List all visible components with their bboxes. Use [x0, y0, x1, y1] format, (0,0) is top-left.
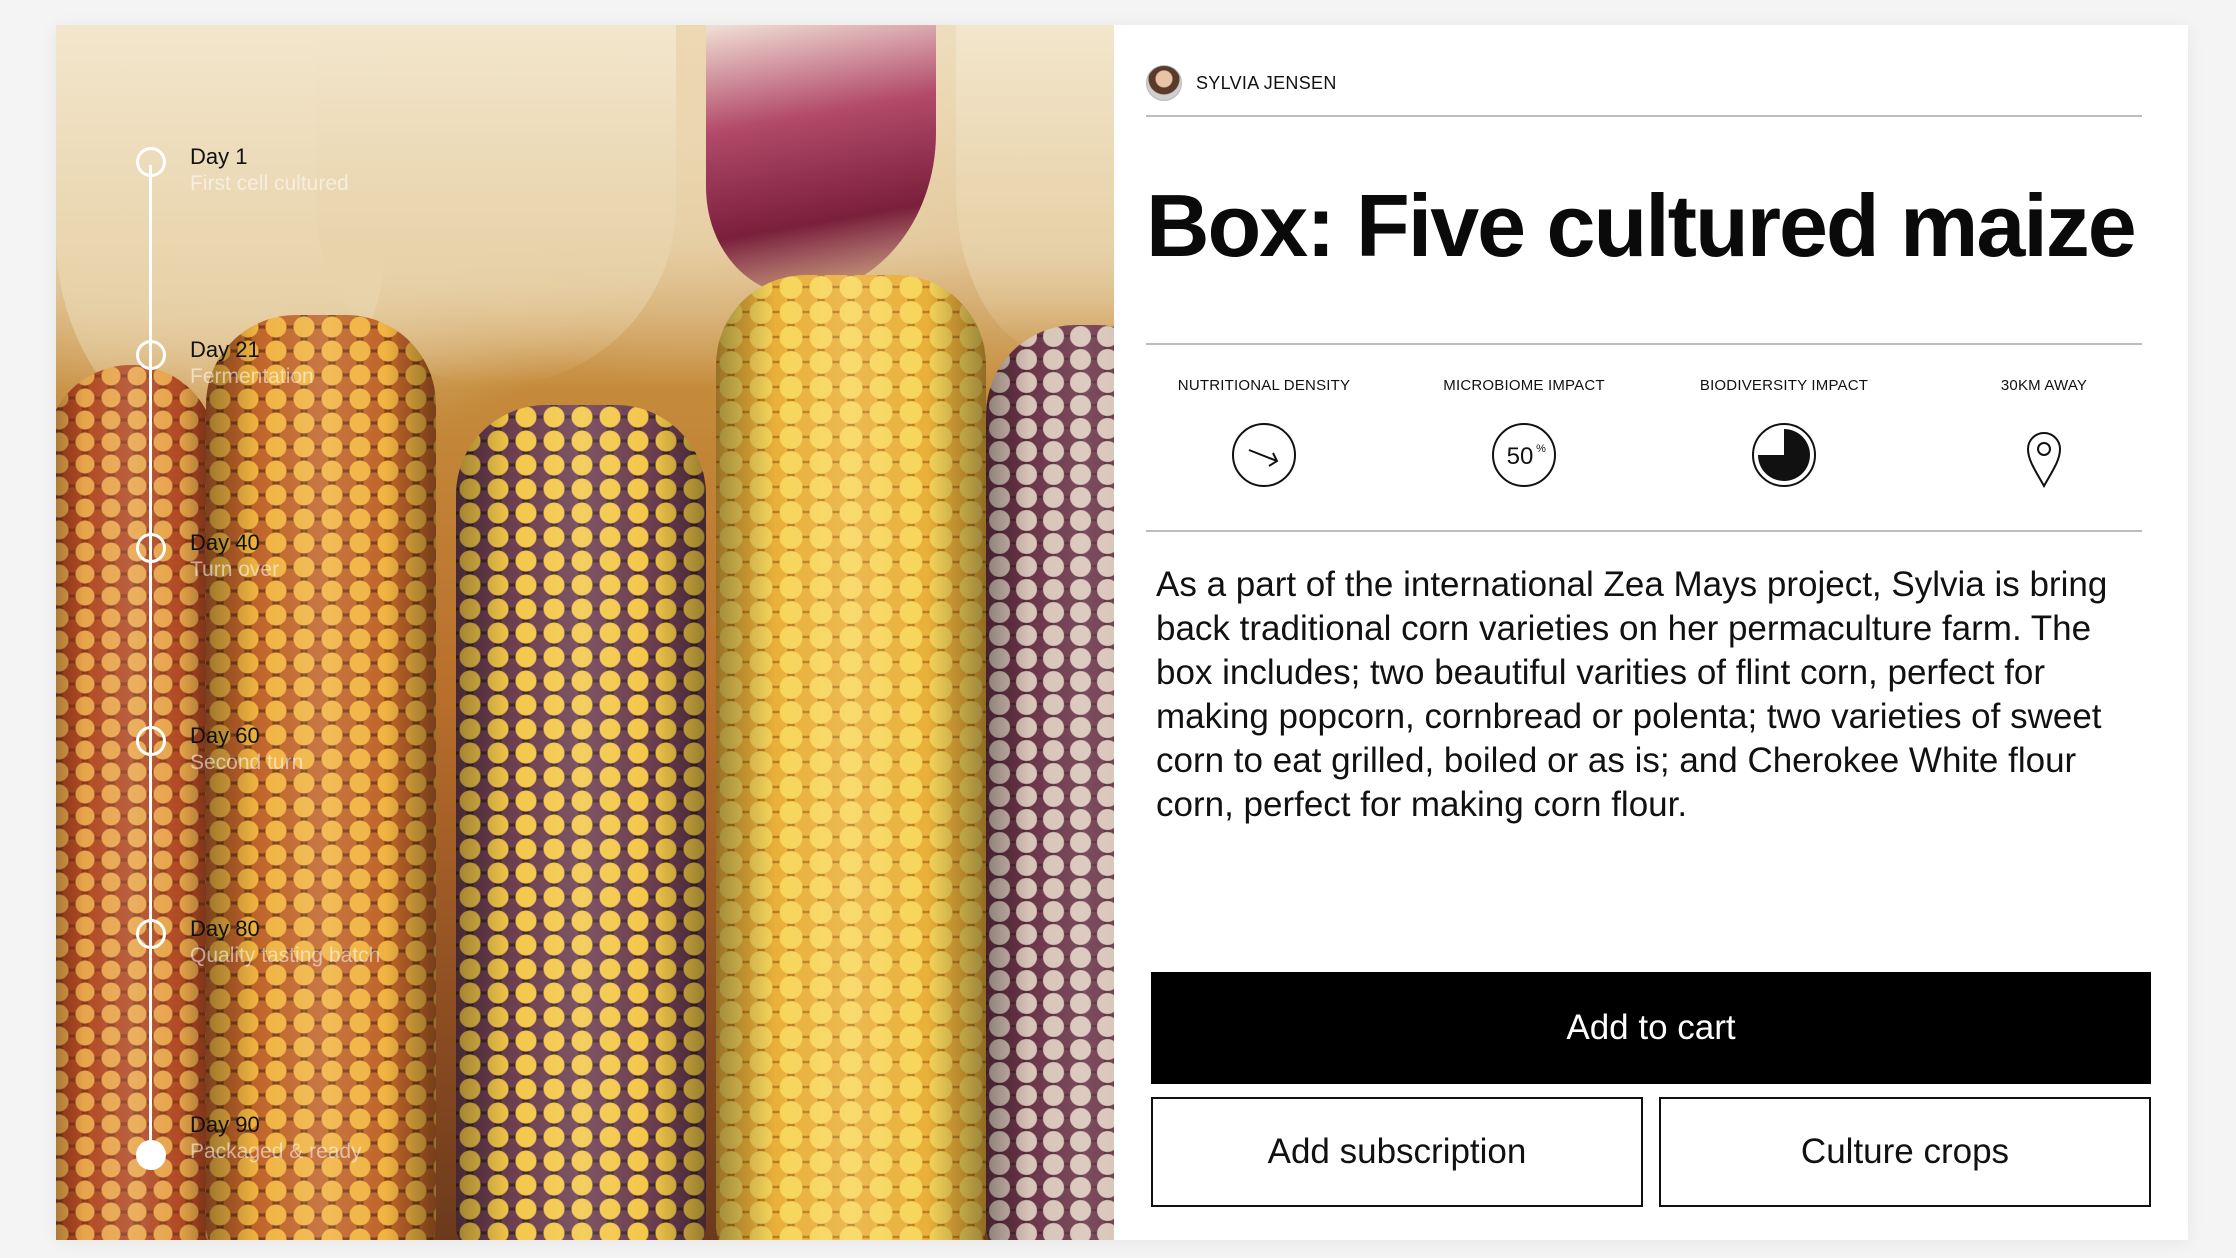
- location-pin-icon: [2026, 432, 2062, 489]
- arrow-right-circle-icon: [1232, 423, 1296, 487]
- add-subscription-button[interactable]: Add subscription: [1151, 1097, 1643, 1207]
- metric-biodiversity-impact: BIODIVERSITY IMPACT: [1664, 377, 1904, 493]
- timeline-desc: Second turn: [190, 751, 304, 774]
- percent-circle-icon: 50 %: [1492, 423, 1556, 487]
- metric-unit: %: [1536, 443, 1546, 455]
- maize-photo: Day 1 First cell cultured Day 21 Ferment…: [56, 25, 1114, 1240]
- timeline-dot[interactable]: [136, 919, 166, 949]
- timeline-day: Day 1: [190, 144, 248, 169]
- add-to-cart-button[interactable]: Add to cart: [1151, 972, 2151, 1084]
- timeline-desc: First cell cultured: [190, 172, 349, 195]
- timeline-line: [149, 165, 152, 1163]
- metric-nutritional-density: NUTRITIONAL DENSITY: [1144, 377, 1384, 493]
- metric-label: MICROBIOME IMPACT: [1443, 377, 1605, 394]
- timeline-desc: Quality tasting batch: [190, 944, 381, 967]
- product-info: SYLVIA JENSEN Box: Five cultured maize N…: [1146, 25, 2188, 1240]
- product-description: As a part of the international Zea Mays …: [1156, 565, 2108, 824]
- timeline-day: Day 40: [190, 530, 260, 555]
- timeline-dot-current[interactable]: [136, 1140, 166, 1170]
- timeline-desc: Packaged & ready: [190, 1140, 362, 1163]
- metric-label: 30KM AWAY: [2000, 377, 2088, 394]
- pie-gauge-icon: [1752, 423, 1816, 487]
- timeline-day: Day 21: [190, 337, 260, 362]
- timeline-dot[interactable]: [136, 726, 166, 756]
- timeline-day: Day 60: [190, 723, 260, 748]
- author[interactable]: SYLVIA JENSEN: [1146, 63, 1337, 103]
- author-name[interactable]: SYLVIA JENSEN: [1196, 73, 1337, 94]
- metric-microbiome-impact: MICROBIOME IMPACT 50 %: [1404, 377, 1644, 493]
- divider: [1146, 343, 2142, 345]
- timeline-dot[interactable]: [136, 533, 166, 563]
- metric-label: BIODIVERSITY IMPACT: [1699, 377, 1869, 394]
- product-card: Day 1 First cell cultured Day 21 Ferment…: [56, 25, 2188, 1240]
- page-title: Box: Five cultured maize: [1146, 176, 2137, 275]
- timeline-dot[interactable]: [136, 147, 166, 177]
- avatar[interactable]: [1146, 65, 1182, 101]
- metric-value: 50: [1507, 443, 1534, 470]
- divider: [1146, 530, 2142, 532]
- timeline-desc: Fermentation: [190, 365, 314, 388]
- culture-crops-button[interactable]: Culture crops: [1659, 1097, 2151, 1207]
- timeline-dot[interactable]: [136, 340, 166, 370]
- timeline-day: Day 80: [190, 916, 260, 941]
- timeline-desc: Turn over: [190, 558, 280, 581]
- metrics-row: NUTRITIONAL DENSITY MICROBIOME IMPACT 50…: [1146, 377, 2142, 553]
- divider: [1146, 115, 2142, 117]
- metric-distance: 30KM AWAY: [1924, 377, 2164, 493]
- timeline-day: Day 90: [190, 1112, 260, 1137]
- metric-label: NUTRITIONAL DENSITY: [1177, 377, 1351, 394]
